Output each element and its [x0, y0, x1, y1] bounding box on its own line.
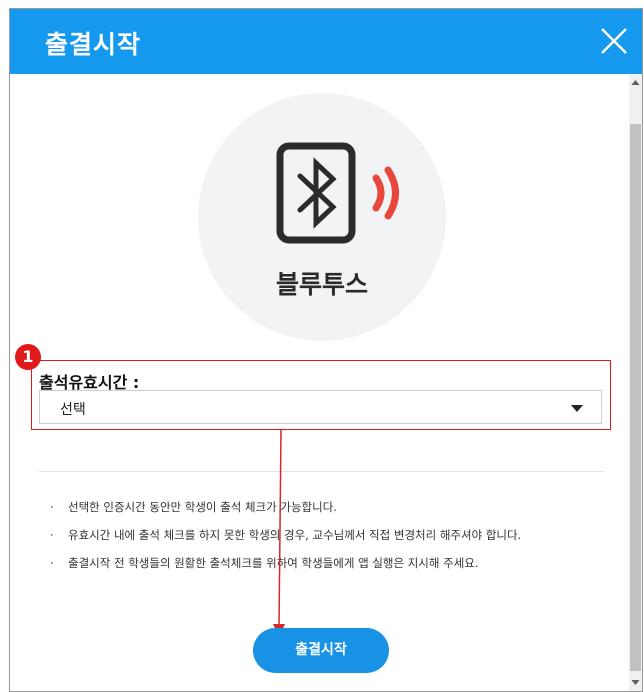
notes-list: · 선택한 인증시간 동안만 학생이 출석 체크가 가능합니다. · 유효시간 내에… — [50, 499, 610, 583]
note-text: 유효시간 내에 출석 체크를 하지 못한 학생의 경우, 교수님께서 직접 변경… — [68, 528, 522, 542]
attendance-start-dialog: 출결시작 블루투스 1 출석유효시간 : 선택 · 선택한 인증시간 동안만 학… — [9, 8, 643, 692]
bullet: · — [50, 556, 54, 570]
close-icon[interactable] — [596, 23, 632, 59]
dialog-title: 출결시작 — [45, 30, 142, 59]
section-divider — [39, 471, 604, 472]
valid-time-select[interactable]: 선택 — [39, 390, 602, 424]
note-text: 선택한 인증시간 동안만 학생이 출석 체크가 가능합니다. — [68, 500, 337, 514]
scroll-up-arrow-icon[interactable] — [629, 74, 642, 92]
list-item: · 출결시작 전 학생들의 원활한 출석체크를 위하여 학생들에게 앱 실행은 지… — [50, 555, 610, 583]
list-item: · 선택한 인증시간 동안만 학생이 출석 체크가 가능합니다. — [50, 499, 610, 527]
scroll-down-arrow-icon[interactable] — [629, 673, 642, 691]
list-item: · 유효시간 내에 출석 체크를 하지 못한 학생의 경우, 교수님께서 직접 변… — [50, 527, 610, 555]
bullet: · — [50, 500, 54, 514]
note-text: 출결시작 전 학생들의 원활한 출석체크를 위하여 학생들에게 앱 실행은 지시… — [68, 556, 479, 570]
vertical-scrollbar[interactable] — [629, 74, 642, 691]
step-badge: 1 — [15, 344, 41, 370]
method-label: 블루투스 — [275, 270, 368, 299]
scroll-thumb[interactable] — [630, 124, 641, 671]
dialog-header: 출결시작 — [10, 9, 642, 74]
start-attendance-button[interactable]: 출결시작 — [253, 628, 389, 673]
bullet: · — [50, 528, 54, 542]
chevron-down-icon — [571, 405, 583, 412]
valid-time-selected-value: 선택 — [60, 402, 86, 418]
bluetooth-phone-icon — [275, 139, 415, 253]
